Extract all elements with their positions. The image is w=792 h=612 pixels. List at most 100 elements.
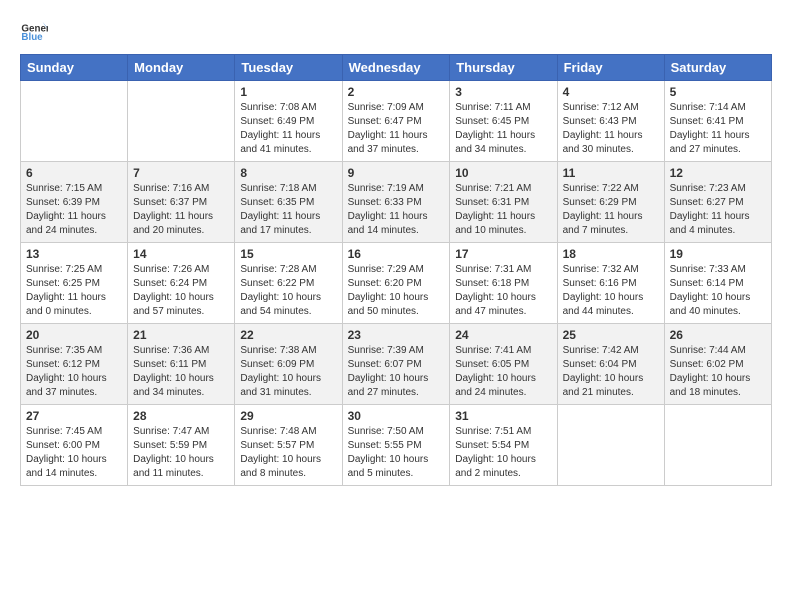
day-number: 9 (348, 166, 445, 180)
day-info: Sunrise: 7:19 AM Sunset: 6:33 PM Dayligh… (348, 182, 445, 238)
calendar-cell: 31 Sunrise: 7:51 AM Sunset: 5:54 PM Dayli… (450, 405, 557, 486)
day-number: 1 (240, 85, 336, 99)
calendar-cell: 23Sunrise: 7:39 AM Sunset: 6:07 PM Dayli… (342, 324, 450, 405)
calendar-cell: 7 Sunrise: 7:16 AM Sunset: 6:37 PM Daylig… (128, 162, 235, 243)
day-number: 14 (133, 247, 229, 261)
day-number: 2 (348, 85, 445, 99)
day-info: Sunrise: 7:21 AM Sunset: 6:31 PM Dayligh… (455, 182, 551, 238)
calendar-cell: 27Sunrise: 7:45 AM Sunset: 6:00 PM Dayli… (21, 405, 128, 486)
day-info: Sunrise: 7:41 AM Sunset: 6:05 PM Dayligh… (455, 344, 551, 400)
day-info: Sunrise: 7:47 AM Sunset: 5:59 PM Dayligh… (133, 425, 229, 481)
day-info: Sunrise: 7:42 AM Sunset: 6:04 PM Dayligh… (563, 344, 659, 400)
weekday-header-monday: Monday (128, 55, 235, 81)
calendar-cell: 26Sunrise: 7:44 AM Sunset: 6:02 PM Dayli… (664, 324, 771, 405)
calendar-cell: 14 Sunrise: 7:26 AM Sunset: 6:24 PM Dayli… (128, 243, 235, 324)
calendar-cell: 6Sunrise: 7:15 AM Sunset: 6:39 PM Daylig… (21, 162, 128, 243)
day-info: Sunrise: 7:08 AM Sunset: 6:49 PM Dayligh… (240, 101, 336, 157)
day-info: Sunrise: 7:48 AM Sunset: 5:57 PM Dayligh… (240, 425, 336, 481)
day-info: Sunrise: 7:22 AM Sunset: 6:29 PM Dayligh… (563, 182, 659, 238)
day-number: 20 (26, 328, 122, 342)
day-info: Sunrise: 7:26 AM Sunset: 6:24 PM Dayligh… (133, 263, 229, 319)
calendar-cell: 4 Sunrise: 7:12 AM Sunset: 6:43 PM Daylig… (557, 81, 664, 162)
day-info: Sunrise: 7:09 AM Sunset: 6:47 PM Dayligh… (348, 101, 445, 157)
calendar-cell: 19 Sunrise: 7:33 AM Sunset: 6:14 PM Dayli… (664, 243, 771, 324)
calendar-cell: 13 Sunrise: 7:25 AM Sunset: 6:25 PM Dayli… (21, 243, 128, 324)
day-number: 4 (563, 85, 659, 99)
day-number: 18 (563, 247, 659, 261)
calendar-week-4: 20 Sunrise: 7:35 AM Sunset: 6:12 PM Dayli… (21, 324, 772, 405)
day-number: 10 (455, 166, 551, 180)
day-number: 24 (455, 328, 551, 342)
calendar-cell (664, 405, 771, 486)
day-number: 15 (240, 247, 336, 261)
calendar-cell (21, 81, 128, 162)
weekday-header-tuesday: Tuesday (235, 55, 342, 81)
day-number: 16 (348, 247, 445, 261)
day-number: 5 (670, 85, 766, 99)
day-info: Sunrise: 7:23 AM Sunset: 6:27 PM Dayligh… (670, 182, 766, 238)
day-number: 27 (26, 409, 122, 423)
day-number: 17 (455, 247, 551, 261)
calendar-cell: 11 Sunrise: 7:22 AM Sunset: 6:29 PM Dayli… (557, 162, 664, 243)
day-info: Sunrise: 7:36 AM Sunset: 6:11 PM Dayligh… (133, 344, 229, 400)
day-info: Sunrise: 7:39 AM Sunset: 6:07 PM Dayligh… (348, 344, 445, 400)
calendar-cell: 24 Sunrise: 7:41 AM Sunset: 6:05 PM Dayli… (450, 324, 557, 405)
calendar-cell: 17Sunrise: 7:31 AM Sunset: 6:18 PM Dayli… (450, 243, 557, 324)
day-info: Sunrise: 7:33 AM Sunset: 6:14 PM Dayligh… (670, 263, 766, 319)
day-number: 12 (670, 166, 766, 180)
calendar-cell: 30Sunrise: 7:50 AM Sunset: 5:55 PM Dayli… (342, 405, 450, 486)
day-info: Sunrise: 7:11 AM Sunset: 6:45 PM Dayligh… (455, 101, 551, 157)
day-number: 13 (26, 247, 122, 261)
day-info: Sunrise: 7:16 AM Sunset: 6:37 PM Dayligh… (133, 182, 229, 238)
calendar-cell: 1 Sunrise: 7:08 AM Sunset: 6:49 PM Daylig… (235, 81, 342, 162)
logo: General Blue (20, 16, 52, 44)
day-number: 26 (670, 328, 766, 342)
weekday-header-thursday: Thursday (450, 55, 557, 81)
calendar-week-3: 13 Sunrise: 7:25 AM Sunset: 6:25 PM Dayli… (21, 243, 772, 324)
day-number: 29 (240, 409, 336, 423)
day-number: 7 (133, 166, 229, 180)
day-number: 19 (670, 247, 766, 261)
calendar-cell: 5 Sunrise: 7:14 AM Sunset: 6:41 PM Daylig… (664, 81, 771, 162)
weekday-header-wednesday: Wednesday (342, 55, 450, 81)
calendar-cell: 21 Sunrise: 7:36 AM Sunset: 6:11 PM Dayli… (128, 324, 235, 405)
calendar-cell: 3Sunrise: 7:11 AM Sunset: 6:45 PM Daylig… (450, 81, 557, 162)
calendar-week-2: 6Sunrise: 7:15 AM Sunset: 6:39 PM Daylig… (21, 162, 772, 243)
calendar-cell: 12 Sunrise: 7:23 AM Sunset: 6:27 PM Dayli… (664, 162, 771, 243)
day-info: Sunrise: 7:28 AM Sunset: 6:22 PM Dayligh… (240, 263, 336, 319)
calendar-cell: 8 Sunrise: 7:18 AM Sunset: 6:35 PM Daylig… (235, 162, 342, 243)
page-header: General Blue (20, 16, 772, 44)
day-number: 8 (240, 166, 336, 180)
day-number: 11 (563, 166, 659, 180)
day-info: Sunrise: 7:18 AM Sunset: 6:35 PM Dayligh… (240, 182, 336, 238)
logo-icon: General Blue (20, 16, 48, 44)
weekday-header-saturday: Saturday (664, 55, 771, 81)
calendar-cell: 16 Sunrise: 7:29 AM Sunset: 6:20 PM Dayli… (342, 243, 450, 324)
day-number: 28 (133, 409, 229, 423)
day-number: 30 (348, 409, 445, 423)
calendar-cell (128, 81, 235, 162)
calendar-week-1: 1 Sunrise: 7:08 AM Sunset: 6:49 PM Daylig… (21, 81, 772, 162)
calendar-cell: 25 Sunrise: 7:42 AM Sunset: 6:04 PM Dayli… (557, 324, 664, 405)
day-info: Sunrise: 7:38 AM Sunset: 6:09 PM Dayligh… (240, 344, 336, 400)
day-number: 31 (455, 409, 551, 423)
day-info: Sunrise: 7:15 AM Sunset: 6:39 PM Dayligh… (26, 182, 122, 238)
calendar-cell: 15 Sunrise: 7:28 AM Sunset: 6:22 PM Dayli… (235, 243, 342, 324)
calendar-cell (557, 405, 664, 486)
calendar-week-5: 27Sunrise: 7:45 AM Sunset: 6:00 PM Dayli… (21, 405, 772, 486)
day-number: 22 (240, 328, 336, 342)
calendar-cell: 2 Sunrise: 7:09 AM Sunset: 6:47 PM Daylig… (342, 81, 450, 162)
day-info: Sunrise: 7:32 AM Sunset: 6:16 PM Dayligh… (563, 263, 659, 319)
day-number: 21 (133, 328, 229, 342)
calendar-cell: 9 Sunrise: 7:19 AM Sunset: 6:33 PM Daylig… (342, 162, 450, 243)
day-info: Sunrise: 7:35 AM Sunset: 6:12 PM Dayligh… (26, 344, 122, 400)
day-info: Sunrise: 7:25 AM Sunset: 6:25 PM Dayligh… (26, 263, 122, 319)
day-info: Sunrise: 7:51 AM Sunset: 5:54 PM Dayligh… (455, 425, 551, 481)
day-number: 25 (563, 328, 659, 342)
day-info: Sunrise: 7:12 AM Sunset: 6:43 PM Dayligh… (563, 101, 659, 157)
calendar-cell: 29 Sunrise: 7:48 AM Sunset: 5:57 PM Dayli… (235, 405, 342, 486)
day-info: Sunrise: 7:14 AM Sunset: 6:41 PM Dayligh… (670, 101, 766, 157)
calendar-cell: 22 Sunrise: 7:38 AM Sunset: 6:09 PM Dayli… (235, 324, 342, 405)
calendar-cell: 28 Sunrise: 7:47 AM Sunset: 5:59 PM Dayli… (128, 405, 235, 486)
day-info: Sunrise: 7:29 AM Sunset: 6:20 PM Dayligh… (348, 263, 445, 319)
